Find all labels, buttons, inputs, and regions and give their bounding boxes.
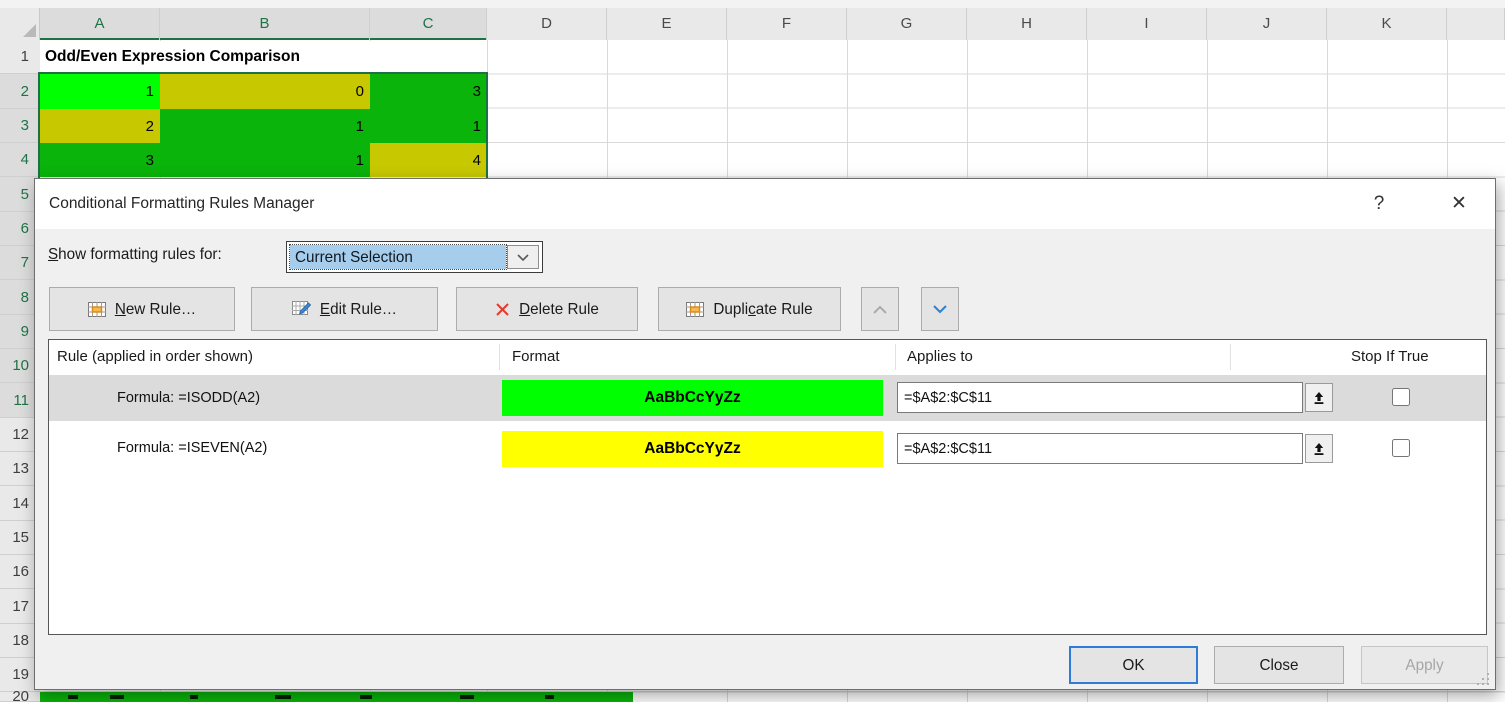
ribbon-bottom-strip bbox=[0, 0, 1505, 8]
row-header-4[interactable]: 4 bbox=[0, 143, 40, 177]
show-rules-label: Show formatting rules for: bbox=[48, 239, 222, 271]
excel-window: A B C D E F G H I J K 1 2 3 4 5 6 7 8 9 … bbox=[0, 0, 1505, 702]
new-rule-label: New Rule… bbox=[115, 301, 196, 318]
move-rule-up-button[interactable] bbox=[861, 287, 899, 331]
range-picker-button[interactable] bbox=[1305, 383, 1333, 412]
format-preview-chip[interactable]: AaBbCcYyZz bbox=[502, 431, 883, 467]
cell-c2[interactable]: 3 bbox=[370, 74, 487, 109]
edit-rule-label: Edit Rule… bbox=[320, 301, 397, 318]
cell-a2[interactable]: 1 bbox=[40, 74, 160, 109]
dialog-titlebar[interactable]: Conditional Formatting Rules Manager ? ✕ bbox=[35, 179, 1495, 229]
cell-a3[interactable]: 2 bbox=[40, 109, 160, 143]
cell-c3[interactable]: 1 bbox=[370, 109, 487, 143]
new-rule-button[interactable]: New Rule… bbox=[49, 287, 235, 331]
collapse-dialog-arrow-icon bbox=[1312, 391, 1326, 405]
select-all-triangle-icon bbox=[23, 24, 36, 37]
rules-list: Rule (applied in order shown) Format App… bbox=[48, 339, 1487, 635]
column-header-d[interactable]: D bbox=[487, 8, 607, 40]
apply-button[interactable]: Apply bbox=[1361, 646, 1488, 684]
duplicate-rule-label: Duplicate Rule bbox=[713, 301, 812, 318]
resize-grip[interactable] bbox=[1477, 673, 1489, 685]
list-header-rule: Rule (applied in order shown) bbox=[57, 340, 253, 374]
applies-to-input[interactable] bbox=[897, 433, 1303, 464]
column-header-b[interactable]: B bbox=[160, 8, 370, 40]
collapse-dialog-arrow-icon bbox=[1312, 442, 1326, 456]
move-rule-down-button[interactable] bbox=[921, 287, 959, 331]
duplicate-rule-button[interactable]: Duplicate Rule bbox=[658, 287, 841, 331]
show-rules-label-rest: how formatting rules for: bbox=[58, 246, 222, 263]
red-x-icon bbox=[495, 302, 510, 317]
list-header-applies-to: Applies to bbox=[907, 340, 973, 374]
ok-button[interactable]: OK bbox=[1069, 646, 1198, 684]
cell-b3[interactable]: 1 bbox=[160, 109, 370, 143]
delete-rule-button[interactable]: Delete Rule bbox=[456, 287, 638, 331]
column-header-h[interactable]: H bbox=[967, 8, 1087, 40]
stop-if-true-checkbox[interactable] bbox=[1392, 439, 1410, 457]
select-all-button[interactable] bbox=[0, 8, 40, 40]
column-header-c[interactable]: C bbox=[370, 8, 487, 40]
column-header-f[interactable]: F bbox=[727, 8, 847, 40]
cell-b2[interactable]: 0 bbox=[160, 74, 370, 109]
list-header-stop-if-true: Stop If True bbox=[1351, 340, 1429, 374]
chevron-down-icon bbox=[932, 304, 948, 315]
row-header-3[interactable]: 3 bbox=[0, 109, 40, 143]
delete-rule-label: Delete Rule bbox=[519, 301, 599, 318]
show-rules-combobox[interactable]: Current Selection bbox=[286, 241, 543, 273]
format-preview-chip[interactable]: AaBbCcYyZz bbox=[502, 380, 883, 416]
rule-formula-label: Formula: =ISODD(A2) bbox=[117, 375, 260, 421]
column-separator bbox=[499, 344, 500, 370]
row-header-2[interactable]: 2 bbox=[0, 74, 40, 109]
table-grid-icon bbox=[88, 302, 106, 317]
close-button[interactable]: Close bbox=[1214, 646, 1344, 684]
column-separator bbox=[895, 344, 896, 370]
row-header-1[interactable]: 1 bbox=[0, 40, 40, 74]
stop-if-true-checkbox[interactable] bbox=[1392, 388, 1410, 406]
cell-c4[interactable]: 4 bbox=[370, 143, 487, 177]
chevron-up-icon bbox=[872, 304, 888, 315]
cell-a4[interactable]: 3 bbox=[40, 143, 160, 177]
rule-row-iseven[interactable]: Formula: =ISEVEN(A2) AaBbCcYyZz bbox=[49, 425, 1486, 471]
column-header-k[interactable]: K bbox=[1327, 8, 1447, 40]
column-header-partial[interactable] bbox=[1447, 8, 1505, 40]
cell-b4[interactable]: 1 bbox=[160, 143, 370, 177]
show-rules-label-accel: S bbox=[48, 246, 58, 263]
list-header-format: Format bbox=[512, 340, 560, 374]
column-header-i[interactable]: I bbox=[1087, 8, 1207, 40]
applies-to-input[interactable] bbox=[897, 382, 1303, 413]
cell-a1-title[interactable]: Odd/Even Expression Comparison bbox=[41, 41, 486, 73]
column-header-j[interactable]: J bbox=[1207, 8, 1327, 40]
rule-row-isodd[interactable]: Formula: =ISODD(A2) AaBbCcYyZz bbox=[49, 375, 1486, 421]
chevron-down-icon bbox=[517, 254, 529, 261]
combobox-dropdown-button[interactable] bbox=[507, 245, 539, 269]
close-icon[interactable]: ✕ bbox=[1439, 179, 1479, 229]
column-separator bbox=[1230, 344, 1231, 370]
row-20-partial[interactable] bbox=[40, 692, 633, 702]
combobox-selected-value: Current Selection bbox=[290, 245, 506, 269]
cf-rules-manager-dialog: Conditional Formatting Rules Manager ? ✕… bbox=[34, 178, 1496, 690]
help-button[interactable]: ? bbox=[1359, 179, 1399, 229]
table-grid-icon bbox=[686, 302, 704, 317]
column-header-e[interactable]: E bbox=[607, 8, 727, 40]
edit-rule-button[interactable]: Edit Rule… bbox=[251, 287, 438, 331]
range-picker-button[interactable] bbox=[1305, 434, 1333, 463]
dialog-title: Conditional Formatting Rules Manager bbox=[49, 179, 314, 229]
column-header-a[interactable]: A bbox=[40, 8, 160, 40]
row-header-20[interactable]: 20 bbox=[0, 692, 40, 702]
column-header-g[interactable]: G bbox=[847, 8, 967, 40]
edit-table-icon bbox=[292, 301, 311, 317]
rule-formula-label: Formula: =ISEVEN(A2) bbox=[117, 425, 267, 471]
